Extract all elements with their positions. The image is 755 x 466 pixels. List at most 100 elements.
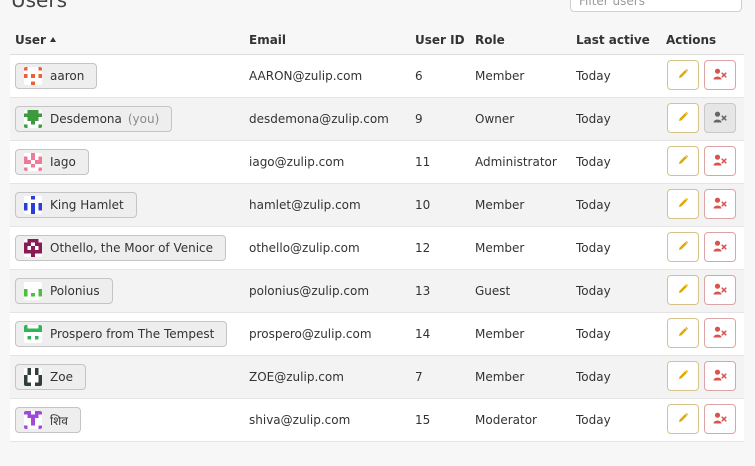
avatar xyxy=(24,325,42,343)
user-id-cell: 6 xyxy=(415,69,423,83)
user-name: Othello, the Moor of Venice xyxy=(50,241,214,255)
column-header-email[interactable]: Email xyxy=(249,33,286,47)
user-id-cell: 12 xyxy=(415,241,431,255)
user-pill[interactable]: Othello, the Moor of Venice xyxy=(15,235,227,261)
pencil-icon xyxy=(677,412,689,427)
column-header-user-id[interactable]: User ID xyxy=(415,33,465,47)
avatar xyxy=(24,411,42,429)
pencil-icon xyxy=(677,283,689,298)
user-name: King Hamlet xyxy=(50,198,124,212)
deactivate-user-button[interactable] xyxy=(704,189,736,219)
role-cell: Administrator xyxy=(475,155,557,169)
filter-users-input[interactable] xyxy=(570,0,742,12)
last-active-cell: Today xyxy=(576,112,611,126)
table-row: Iago iago@zulip.com 11 Administrator Today xyxy=(10,141,744,184)
deactivate-user-button[interactable] xyxy=(704,361,736,391)
column-header-role[interactable]: Role xyxy=(475,33,505,47)
user-pill[interactable]: aaron xyxy=(15,63,98,89)
edit-user-button[interactable] xyxy=(667,361,699,391)
last-active-cell: Today xyxy=(576,155,611,169)
edit-user-button[interactable] xyxy=(667,404,699,434)
deactivate-user-button xyxy=(704,103,736,133)
user-pill[interactable]: Iago xyxy=(15,149,89,175)
edit-user-button[interactable] xyxy=(667,275,699,305)
pencil-icon xyxy=(677,369,689,384)
deactivate-user-button[interactable] xyxy=(704,146,736,176)
user-name: Iago xyxy=(50,155,76,169)
email-cell: iago@zulip.com xyxy=(249,155,345,169)
email-cell: shiva@zulip.com xyxy=(249,413,351,427)
user-remove-icon xyxy=(713,240,727,255)
column-header-actions: Actions xyxy=(666,33,717,47)
user-id-cell: 13 xyxy=(415,284,431,298)
avatar xyxy=(24,282,42,300)
user-pill[interactable]: Desdemona (you) xyxy=(15,106,173,132)
column-header-user[interactable]: User xyxy=(15,33,56,47)
pencil-icon xyxy=(677,326,689,341)
avatar xyxy=(24,110,42,128)
user-id-cell: 9 xyxy=(415,112,423,126)
deactivate-user-button[interactable] xyxy=(704,275,736,305)
pencil-icon xyxy=(677,111,689,126)
role-cell: Member xyxy=(475,327,525,341)
email-cell: AARON@zulip.com xyxy=(249,69,363,83)
user-name: शिव xyxy=(50,413,68,428)
user-pill[interactable]: Polonius xyxy=(15,278,113,304)
pencil-icon xyxy=(677,154,689,169)
user-pill[interactable]: King Hamlet xyxy=(15,192,137,218)
user-remove-icon xyxy=(713,197,727,212)
edit-user-button[interactable] xyxy=(667,60,699,90)
last-active-cell: Today xyxy=(576,327,611,341)
user-pill[interactable]: Prospero from The Tempest xyxy=(15,321,228,347)
users-table: User Email User ID Role Last active Acti… xyxy=(10,26,744,442)
table-header: User Email User ID Role Last active Acti… xyxy=(10,26,744,55)
deactivate-user-button[interactable] xyxy=(704,232,736,262)
edit-user-button[interactable] xyxy=(667,232,699,262)
user-remove-icon xyxy=(713,68,727,83)
role-cell: Member xyxy=(475,241,525,255)
user-id-cell: 14 xyxy=(415,327,431,341)
last-active-cell: Today xyxy=(576,69,611,83)
edit-user-button[interactable] xyxy=(667,318,699,348)
last-active-cell: Today xyxy=(576,284,611,298)
deactivate-user-button[interactable] xyxy=(704,404,736,434)
user-remove-icon xyxy=(713,326,727,341)
user-name: Prospero from The Tempest xyxy=(50,327,215,341)
last-active-cell: Today xyxy=(576,370,611,384)
table-row: Polonius polonius@zulip.com 13 Guest Today xyxy=(10,270,744,313)
role-cell: Moderator xyxy=(475,413,537,427)
avatar xyxy=(24,239,42,257)
table-body: aaron AARON@zulip.com 6 Member Today Desdemon… xyxy=(10,55,744,442)
user-name: Desdemona xyxy=(50,112,122,126)
user-remove-icon xyxy=(713,111,727,126)
column-header-last-active[interactable]: Last active xyxy=(576,33,650,47)
role-cell: Member xyxy=(475,370,525,384)
avatar xyxy=(24,368,42,386)
user-remove-icon xyxy=(713,154,727,169)
edit-user-button[interactable] xyxy=(667,103,699,133)
avatar xyxy=(24,196,42,214)
deactivate-user-button[interactable] xyxy=(704,318,736,348)
user-name: Polonius xyxy=(50,284,100,298)
role-cell: Member xyxy=(475,69,525,83)
email-cell: hamlet@zulip.com xyxy=(249,198,361,212)
user-id-cell: 10 xyxy=(415,198,431,212)
role-cell: Guest xyxy=(475,284,511,298)
deactivate-user-button[interactable] xyxy=(704,60,736,90)
email-cell: ZOE@zulip.com xyxy=(249,370,344,384)
user-pill[interactable]: शिव xyxy=(15,407,81,433)
sort-ascending-icon xyxy=(49,37,56,42)
table-row: Zoe ZOE@zulip.com 7 Member Today xyxy=(10,356,744,399)
table-row: aaron AARON@zulip.com 6 Member Today xyxy=(10,55,744,98)
edit-user-button[interactable] xyxy=(667,146,699,176)
user-pill[interactable]: Zoe xyxy=(15,364,86,390)
user-remove-icon xyxy=(713,369,727,384)
role-cell: Owner xyxy=(475,112,515,126)
last-active-cell: Today xyxy=(576,198,611,212)
edit-user-button[interactable] xyxy=(667,189,699,219)
pencil-icon xyxy=(677,240,689,255)
you-label: (you) xyxy=(127,112,160,126)
table-row: King Hamlet hamlet@zulip.com 10 Member Today xyxy=(10,184,744,227)
page-title: Users xyxy=(11,0,68,12)
table-row: शिव shiva@zulip.com 15 Moderator Today xyxy=(10,399,744,442)
